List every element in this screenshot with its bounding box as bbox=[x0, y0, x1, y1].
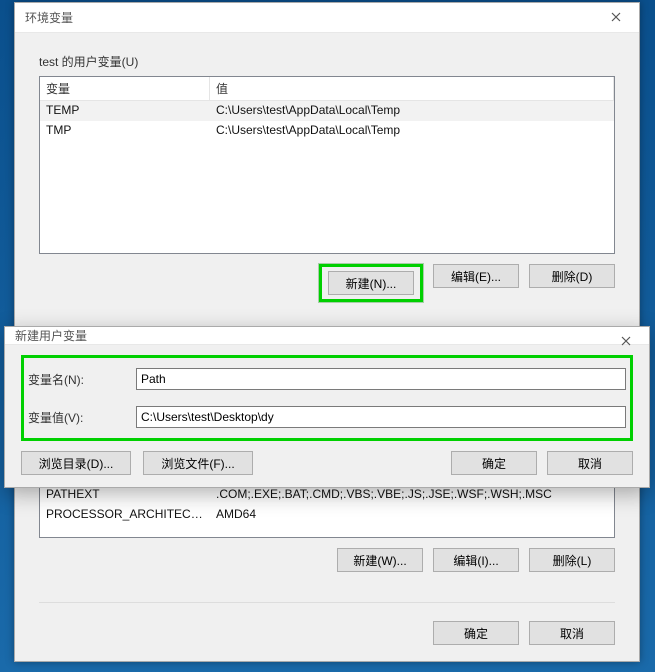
cell-val: .COM;.EXE;.BAT;.CMD;.VBS;.VBE;.JS;.JSE;.… bbox=[210, 485, 614, 505]
env-footer: 确定 取消 bbox=[39, 602, 615, 645]
var-name-input[interactable] bbox=[136, 368, 626, 390]
table-row[interactable]: TMP C:\Users\test\AppData\Local\Temp bbox=[40, 121, 614, 141]
env-cancel-button[interactable]: 取消 bbox=[529, 621, 615, 645]
table-header: 变量 值 bbox=[40, 77, 614, 101]
user-buttons-row: 新建(N)... 编辑(E)... 删除(D) bbox=[39, 264, 615, 302]
var-name-label: 变量名(N): bbox=[28, 371, 136, 388]
sys-delete-button[interactable]: 删除(L) bbox=[529, 548, 615, 572]
table-row[interactable]: PATHEXT .COM;.EXE;.BAT;.CMD;.VBS;.VBE;.J… bbox=[40, 485, 614, 505]
user-vars-table[interactable]: 变量 值 TEMP C:\Users\test\AppData\Local\Te… bbox=[39, 76, 615, 254]
system-buttons-row: 新建(W)... 编辑(I)... 删除(L) bbox=[39, 548, 615, 572]
cell-var: TEMP bbox=[40, 101, 210, 121]
col-var[interactable]: 变量 bbox=[40, 77, 210, 100]
env-ok-button[interactable]: 确定 bbox=[433, 621, 519, 645]
new-titlebar: 新建用户变量 bbox=[5, 327, 649, 345]
highlight-fields: 变量名(N): 变量值(V): bbox=[21, 355, 633, 441]
highlight-new: 新建(N)... bbox=[319, 264, 423, 302]
cell-val: C:\Users\test\AppData\Local\Temp bbox=[210, 121, 614, 141]
new-title: 新建用户变量 bbox=[15, 327, 87, 344]
new-body: 变量名(N): 变量值(V): 浏览目录(D)... 浏览文件(F)... 确定… bbox=[5, 345, 649, 487]
var-value-label: 变量值(V): bbox=[28, 409, 136, 426]
new-user-variable-dialog: 新建用户变量 变量名(N): 变量值(V): 浏览目录(D)... 浏览文件(F… bbox=[4, 326, 650, 488]
cell-val: C:\Users\test\AppData\Local\Temp bbox=[210, 101, 614, 121]
new-ok-button[interactable]: 确定 bbox=[451, 451, 537, 475]
spacer bbox=[263, 451, 441, 475]
name-row: 变量名(N): bbox=[28, 360, 626, 398]
user-edit-button[interactable]: 编辑(E)... bbox=[433, 264, 519, 288]
sys-new-button[interactable]: 新建(W)... bbox=[337, 548, 423, 572]
browse-file-button[interactable]: 浏览文件(F)... bbox=[143, 451, 253, 475]
sys-edit-button[interactable]: 编辑(I)... bbox=[433, 548, 519, 572]
env-close-button[interactable] bbox=[593, 3, 639, 33]
cell-val: AMD64 bbox=[210, 505, 614, 525]
new-cancel-button[interactable]: 取消 bbox=[547, 451, 633, 475]
user-new-button[interactable]: 新建(N)... bbox=[328, 271, 414, 295]
var-value-input[interactable] bbox=[136, 406, 626, 428]
user-vars-label: test 的用户变量(U) bbox=[39, 53, 615, 70]
cell-var: PATHEXT bbox=[40, 485, 210, 505]
cell-var: PROCESSOR_ARCHITECT... bbox=[40, 505, 210, 525]
env-titlebar: 环境变量 bbox=[15, 3, 639, 33]
close-icon bbox=[611, 11, 621, 25]
close-icon bbox=[621, 335, 631, 349]
cell-var: TMP bbox=[40, 121, 210, 141]
value-row: 变量值(V): bbox=[28, 398, 626, 436]
new-buttons-row: 浏览目录(D)... 浏览文件(F)... 确定 取消 bbox=[21, 451, 633, 475]
system-vars-table[interactable]: PATHEXT .COM;.EXE;.BAT;.CMD;.VBS;.VBE;.J… bbox=[39, 484, 615, 538]
browse-dir-button[interactable]: 浏览目录(D)... bbox=[21, 451, 131, 475]
table-row[interactable]: PROCESSOR_ARCHITECT... AMD64 bbox=[40, 505, 614, 525]
browse-pair: 浏览目录(D)... 浏览文件(F)... bbox=[21, 451, 253, 475]
user-delete-button[interactable]: 删除(D) bbox=[529, 264, 615, 288]
env-title: 环境变量 bbox=[25, 9, 73, 26]
table-row[interactable]: TEMP C:\Users\test\AppData\Local\Temp bbox=[40, 101, 614, 121]
col-val[interactable]: 值 bbox=[210, 77, 614, 100]
new-close-button[interactable] bbox=[603, 327, 649, 357]
